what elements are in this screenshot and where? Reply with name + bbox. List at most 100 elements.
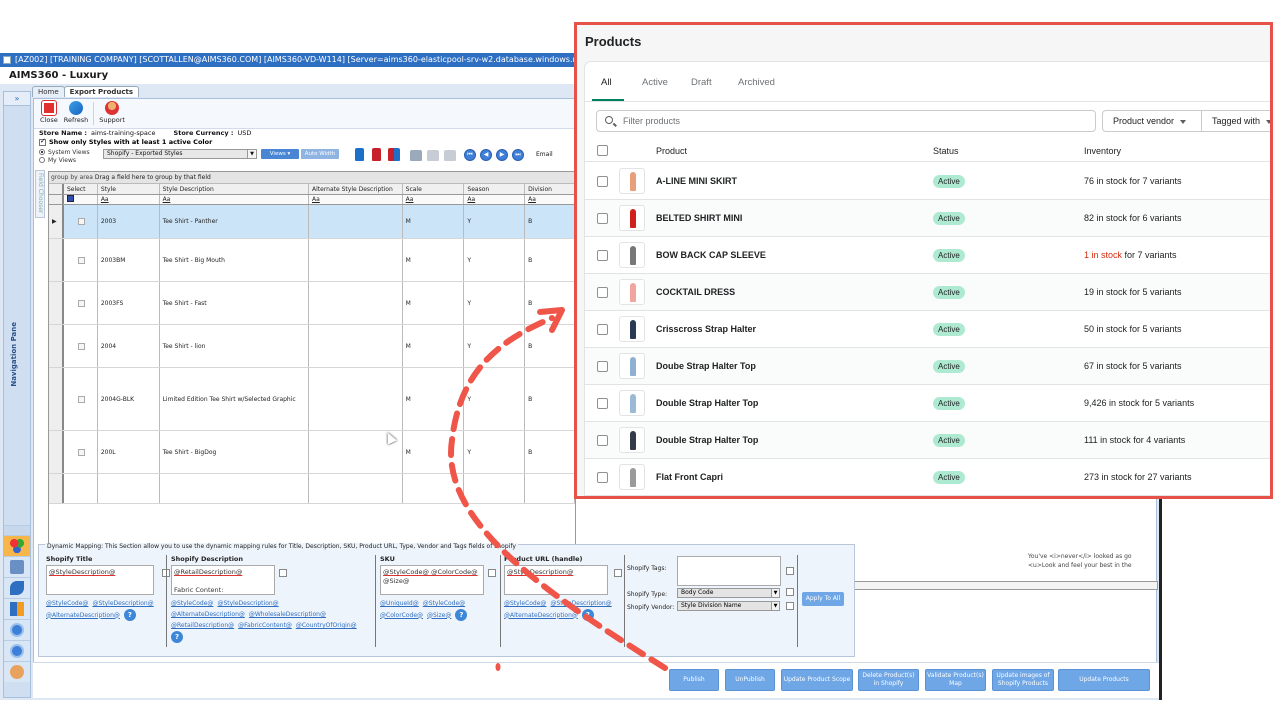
col-style[interactable]: Style (98, 184, 160, 194)
token-link[interactable]: @StyleCode@ (46, 600, 88, 607)
cell-scale[interactable]: M (403, 239, 465, 281)
col-scale[interactable]: Scale (403, 184, 465, 194)
row-checkbox[interactable] (597, 472, 608, 483)
product-row[interactable]: COCKTAIL DRESS Active 19 in stock for 5 va… (585, 274, 1270, 311)
cell-season[interactable]: Y (464, 325, 526, 367)
delete-product-s-in-shopify-button[interactable]: Delete Product(s) in Shopify (858, 669, 919, 691)
token-link[interactable]: @WholesaleDescription@ (249, 611, 326, 618)
row-checkbox[interactable] (597, 213, 608, 224)
row-select-checkbox[interactable] (64, 431, 98, 473)
cell-scale[interactable]: M (403, 431, 465, 473)
tab-draft[interactable]: Draft (691, 77, 712, 88)
tagged-with-filter[interactable]: Tagged with (1201, 110, 1270, 132)
cell-style[interactable]: 2003FS (98, 282, 160, 324)
row-checkbox[interactable] (597, 398, 608, 409)
cell-style[interactable]: 2003 (98, 205, 160, 238)
row-indicator[interactable] (49, 431, 64, 473)
publish-button[interactable]: Publish (669, 669, 719, 691)
row-select-checkbox[interactable] (64, 325, 98, 367)
filter-products-input[interactable]: Filter products (596, 110, 1096, 132)
refresh-button[interactable]: Refresh (61, 99, 92, 128)
cell-season[interactable]: Y (464, 368, 526, 430)
cell-season[interactable]: Y (464, 239, 526, 281)
row-indicator[interactable] (49, 239, 64, 281)
cell-style[interactable]: 2003BM (98, 239, 160, 281)
product-url-checkbox[interactable] (614, 569, 622, 577)
tab-all[interactable]: All (601, 77, 612, 88)
token-link[interactable]: @StyleDescription@ (550, 600, 611, 607)
help-icon[interactable]: ? (455, 609, 468, 621)
cell-description[interactable]: Tee Shirt - Panther (160, 205, 309, 238)
product-url-input[interactable]: @StyleDescription@ (504, 565, 608, 595)
token-link[interactable]: @AlternateDescription@ (46, 612, 120, 619)
col-style-description[interactable]: Style Description (160, 184, 309, 194)
cell-description[interactable]: Tee Shirt - Big Mouth (160, 239, 309, 281)
group-by-area[interactable]: group by area Drag a field here to group… (49, 172, 575, 184)
token-link[interactable]: @FabricContent@ (238, 622, 292, 629)
select-all-checkbox[interactable] (597, 145, 608, 156)
tab-export-products[interactable]: Export Products (63, 86, 140, 97)
cell-division[interactable]: B (525, 282, 575, 324)
table-row[interactable]: 200L Tee Shirt - BigDog M Y B (49, 431, 575, 474)
nav-module-design[interactable] (4, 577, 30, 598)
apply-to-all-button[interactable]: Apply To All (802, 592, 844, 606)
add-record-icon[interactable] (410, 150, 422, 161)
update-images-of-shopify-products-button[interactable]: Update images of Shopify Products (992, 669, 1054, 691)
red-tag-icon[interactable] (372, 148, 381, 161)
auto-width-button[interactable]: Auto Width (301, 149, 339, 159)
col-season[interactable]: Season (464, 184, 526, 194)
table-row[interactable]: 2004G-BLK Limited Edition Tee Shirt w/Sel… (49, 368, 575, 431)
token-link[interactable]: @AlternateDescription@ (171, 611, 245, 618)
cell-scale[interactable]: M (403, 368, 465, 430)
cell-style[interactable]: 200L (98, 431, 160, 473)
shopify-vendor-select[interactable]: Style Division Name ▼ (677, 601, 780, 611)
row-checkbox[interactable] (597, 287, 608, 298)
cell-alt[interactable] (309, 368, 403, 430)
update-products-button[interactable]: Update Products (1058, 669, 1150, 691)
help-icon[interactable]: ? (123, 609, 136, 621)
view-select[interactable]: Shopify - Exported Styles ▼ (103, 149, 257, 159)
product-row[interactable]: BOW BACK CAP SLEEVE Active 1 in stock for … (585, 237, 1270, 274)
nav-module-reports[interactable] (4, 598, 30, 619)
views-button[interactable]: Views ▾ (261, 149, 299, 159)
nav-module-support[interactable] (4, 661, 30, 682)
cell-division[interactable]: B (525, 205, 575, 238)
token-link[interactable]: @StyleCode@ (423, 600, 465, 607)
first-record-icon[interactable]: ⏮ (464, 149, 476, 161)
product-row[interactable]: Double Strap Halter Top Active 9,426 in st… (585, 385, 1270, 422)
product-row[interactable]: Double Strap Halter Top Active 111 in stoc… (585, 422, 1270, 459)
token-link[interactable]: @RetailDescription@ (171, 622, 234, 629)
cell-division[interactable]: B (525, 431, 575, 473)
row-checkbox[interactable] (597, 176, 608, 187)
shopify-description-checkbox[interactable] (279, 569, 287, 577)
filter-season[interactable]: Aa (464, 195, 526, 204)
cell-alt[interactable] (309, 282, 403, 324)
table-row[interactable]: 2003FS Tee Shirt - Fast M Y B (49, 282, 575, 325)
shopify-description-input[interactable]: @RetailDescription@ Fabric Content: (171, 565, 275, 595)
nav-module-settings-1[interactable] (4, 619, 30, 640)
row-checkbox[interactable] (597, 361, 608, 372)
filter-style-description[interactable]: Aa (160, 195, 309, 204)
tab-active[interactable]: Active (642, 77, 668, 88)
cell-description[interactable]: Limited Edition Tee Shirt w/Selected Gra… (160, 368, 309, 430)
row-indicator[interactable]: ▶ (49, 205, 64, 238)
product-name[interactable]: Double Strap Halter Top (656, 435, 758, 445)
product-vendor-filter[interactable]: Product vendor (1102, 110, 1202, 132)
product-row[interactable]: Crisscross Strap Halter Active 50 in stock… (585, 311, 1270, 348)
cell-season[interactable]: Y (464, 282, 526, 324)
blue-tag-icon[interactable] (355, 148, 364, 161)
filter-alt-description[interactable]: Aa (309, 195, 403, 204)
field-chooser-tab[interactable]: Field Chooser (35, 170, 45, 218)
token-link[interactable]: @StyleDescription@ (217, 600, 278, 607)
row-select-checkbox[interactable] (64, 205, 98, 238)
shopify-type-checkbox[interactable] (786, 588, 794, 596)
cell-season[interactable]: Y (464, 431, 526, 473)
update-product-scope-button[interactable]: Update Product Scope (781, 669, 853, 691)
token-link[interactable]: @ColorCode@ (380, 612, 423, 619)
help-icon[interactable]: ? (171, 631, 183, 643)
cell-alt[interactable] (309, 239, 403, 281)
token-link[interactable]: @StyleCode@ (504, 600, 546, 607)
help-icon[interactable]: ? (581, 609, 594, 621)
nav-module-settings-2[interactable] (4, 640, 30, 661)
validate-product-s-map-button[interactable]: Validate Product(s) Map (925, 669, 986, 691)
